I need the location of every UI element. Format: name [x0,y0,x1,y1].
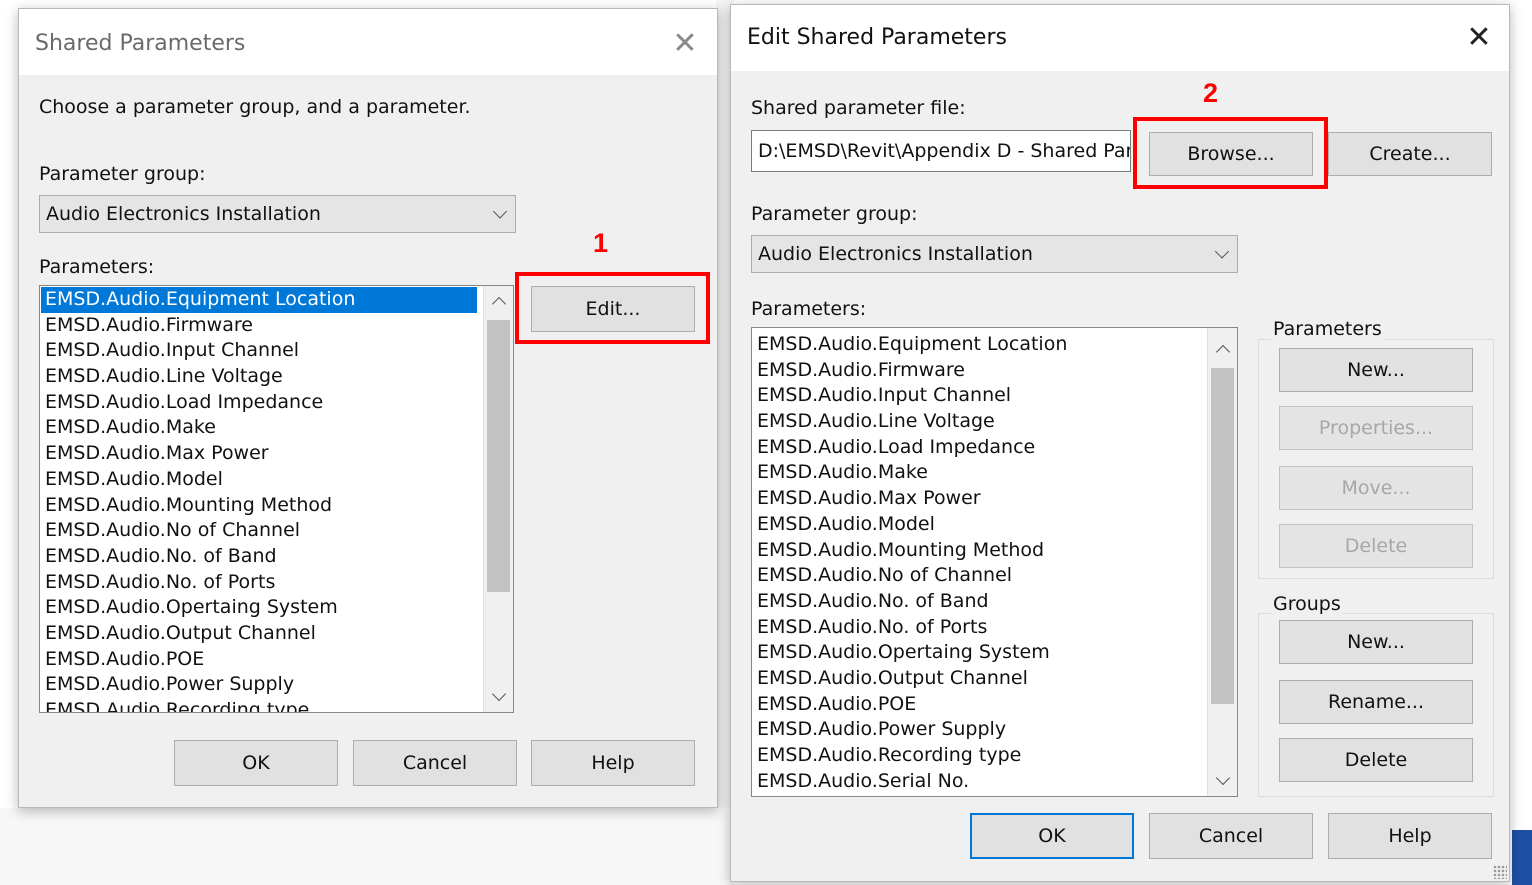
list-item[interactable]: EMSD.Audio.Recording type [41,698,477,712]
scroll-thumb[interactable] [1211,368,1234,704]
help-button[interactable]: Help [1328,813,1492,859]
list-item[interactable]: EMSD.Audio.Input Channel [753,383,1201,409]
background-app-strip-bottom [0,808,730,885]
parameters-list[interactable]: EMSD.Audio.Equipment Location EMSD.Audio.… [39,285,514,713]
list-item[interactable]: EMSD.Audio.Output Channel [753,666,1201,692]
parameter-group-label: Parameter group: [39,163,206,185]
list-item[interactable]: EMSD.Audio.Serial No. [753,769,1201,795]
help-button[interactable]: Help [531,740,695,786]
scroll-down-icon[interactable] [484,682,513,712]
scroll-thumb[interactable] [487,320,510,592]
callout-edit-highlight [515,272,710,344]
list-item[interactable]: EMSD.Audio.Mounting Method [41,493,477,519]
shared-file-path-field[interactable]: D:\EMSD\Revit\Appendix D - Shared Par [751,130,1131,172]
chevron-down-icon [492,204,508,219]
list-item[interactable]: EMSD.Audio.Opertaing System [753,640,1201,666]
list-item[interactable]: EMSD.Audio.Line Voltage [753,409,1201,435]
list-item[interactable]: EMSD.Audio.Model [41,467,477,493]
list-item[interactable]: EMSD.Audio.Equipment Location [41,287,477,313]
list-item[interactable]: EMSD.Audio.Line Voltage [41,364,477,390]
list-item[interactable]: EMSD.Audio.Model [753,512,1201,538]
list-item[interactable]: EMSD.Audio.No. of Ports [41,570,477,596]
create-button[interactable]: Create... [1328,132,1492,176]
parameter-group-dropdown[interactable]: Audio Electronics Installation [39,195,516,233]
instruction-text: Choose a parameter group, and a paramete… [39,96,471,118]
title-bar: Shared Parameters ✕ [19,9,717,75]
list-scrollbar[interactable] [483,286,513,712]
list-scrollbar[interactable] [1207,328,1237,796]
list-item[interactable]: EMSD.Audio.Max Power [753,486,1201,512]
list-item[interactable]: EMSD.Audio.Load Impedance [753,435,1201,461]
cancel-button[interactable]: Cancel [353,740,517,786]
list-item[interactable]: EMSD.Audio.Mounting Method [753,538,1201,564]
list-item[interactable]: EMSD.Audio.No of Channel [753,563,1201,589]
groups-groupbox-title: Groups [1271,593,1343,615]
ok-button[interactable]: OK [970,813,1134,859]
parameters-label: Parameters: [751,298,867,320]
ok-button[interactable]: OK [174,740,338,786]
parameter-group-value: Audio Electronics Installation [758,243,1033,265]
list-item[interactable]: EMSD.Audio.POE [753,692,1201,718]
chevron-down-icon [1214,244,1230,259]
close-icon[interactable]: ✕ [1457,15,1501,59]
title-bar: Edit Shared Parameters ✕ [731,5,1509,71]
scroll-down-icon[interactable] [1208,766,1237,796]
list-item[interactable]: EMSD.Audio.Input Channel [41,338,477,364]
close-icon[interactable]: ✕ [663,21,707,65]
scroll-up-icon[interactable] [484,286,513,316]
parameters-groupbox-title: Parameters [1271,318,1384,340]
parameters-list[interactable]: EMSD.Audio.Equipment Location EMSD.Audio.… [751,327,1238,797]
list-item[interactable]: EMSD.Audio.Firmware [41,313,477,339]
scroll-up-icon[interactable] [1208,334,1237,364]
parameter-move-button[interactable]: Move... [1279,466,1473,510]
parameter-group-value: Audio Electronics Installation [46,203,321,225]
parameter-group-label: Parameter group: [751,203,918,225]
list-item[interactable]: EMSD.Audio.Recording type [753,743,1201,769]
list-item[interactable]: EMSD.Audio.Load Impedance [41,390,477,416]
background-app-accent [1512,830,1532,885]
dialog-title: Shared Parameters [35,31,246,56]
group-new-button[interactable]: New... [1279,620,1473,664]
parameter-delete-button[interactable]: Delete [1279,524,1473,568]
callout-number-2: 2 [1203,78,1219,108]
parameters-items: EMSD.Audio.Equipment Location EMSD.Audio.… [753,332,1201,794]
list-item[interactable]: EMSD.Audio.Max Power [41,441,477,467]
cancel-button[interactable]: Cancel [1149,813,1313,859]
group-rename-button[interactable]: Rename... [1279,680,1473,724]
list-item[interactable]: EMSD.Audio.Output Channel [41,621,477,647]
list-item[interactable]: EMSD.Audio.POE [41,647,477,673]
list-item[interactable]: EMSD.Audio.Equipment Location [753,332,1201,358]
list-item[interactable]: EMSD.Audio.Make [41,415,477,441]
parameter-new-button[interactable]: New... [1279,348,1473,392]
list-item[interactable]: EMSD.Audio.No. of Band [753,589,1201,615]
group-delete-button[interactable]: Delete [1279,738,1473,782]
callout-browse-highlight [1133,117,1328,189]
shared-parameters-dialog: Shared Parameters ✕ Choose a parameter g… [18,8,718,808]
shared-file-label: Shared parameter file: [751,97,966,119]
edit-shared-parameters-dialog: Edit Shared Parameters ✕ Shared paramete… [730,4,1510,882]
list-item[interactable]: EMSD.Audio.Power Supply [41,672,477,698]
parameters-label: Parameters: [39,256,155,278]
parameters-items: EMSD.Audio.Equipment Location EMSD.Audio.… [41,287,477,712]
shared-file-path-value: D:\EMSD\Revit\Appendix D - Shared Par [758,140,1131,162]
dialog-title: Edit Shared Parameters [747,25,1007,50]
list-item[interactable]: EMSD.Audio.No of Channel [41,518,477,544]
list-item[interactable]: EMSD.Audio.No. of Band [41,544,477,570]
parameter-group-dropdown[interactable]: Audio Electronics Installation [751,235,1238,273]
callout-number-1: 1 [593,228,609,258]
list-item[interactable]: EMSD.Audio.Opertaing System [41,595,477,621]
list-item[interactable]: EMSD.Audio.No. of Ports [753,615,1201,641]
resize-grip-icon[interactable] [1493,865,1507,879]
parameter-properties-button[interactable]: Properties... [1279,406,1473,450]
list-item[interactable]: EMSD.Audio.Power Supply [753,717,1201,743]
list-item[interactable]: EMSD.Audio.Firmware [753,358,1201,384]
list-item[interactable]: EMSD.Audio.Make [753,460,1201,486]
